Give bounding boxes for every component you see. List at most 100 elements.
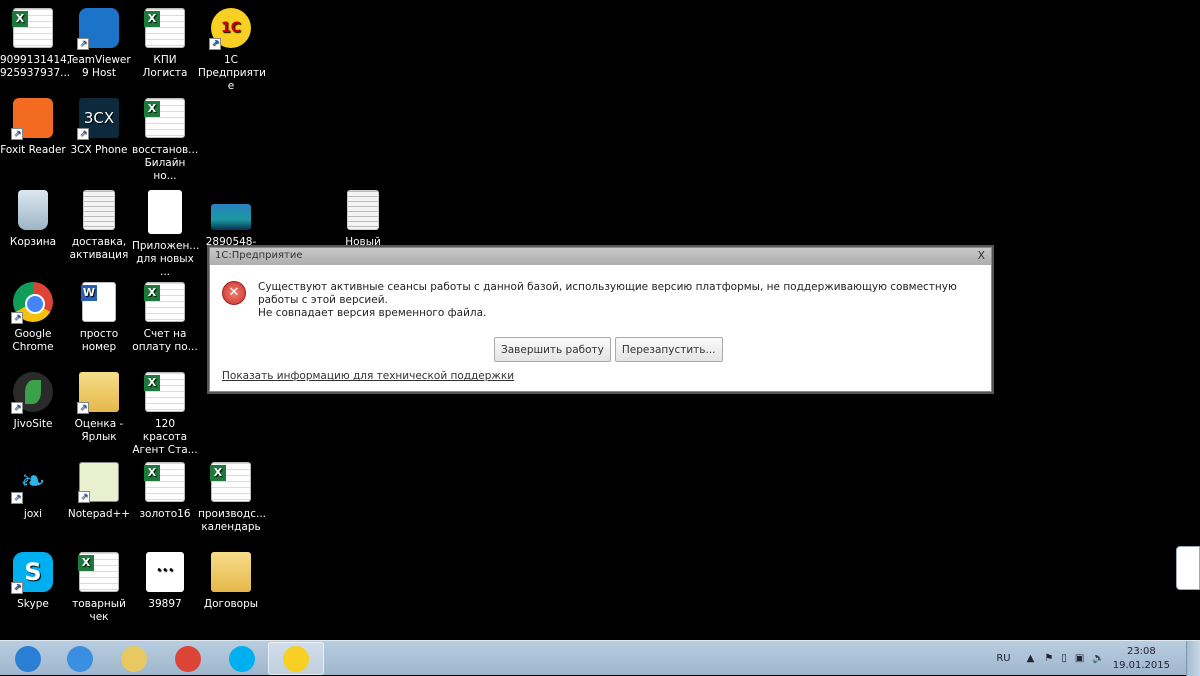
close-icon[interactable]: X bbox=[977, 249, 985, 262]
desktop-icon[interactable]: 3CX Phone bbox=[66, 98, 132, 157]
desktop-icon-label: 3CX Phone bbox=[70, 144, 128, 156]
action-center-flag-icon[interactable]: ⚑ bbox=[1044, 653, 1053, 664]
desktop-icon-label: 925937937... bbox=[0, 67, 71, 79]
desktop-icon-label: Договоры bbox=[203, 598, 259, 610]
excel-icon bbox=[144, 8, 185, 48]
taskbar-windows-explorer-button[interactable] bbox=[106, 642, 162, 675]
desktop-icon[interactable]: производс...календарь bbox=[198, 462, 266, 534]
photo-icon bbox=[211, 204, 251, 230]
volume-icon[interactable]: 🔈 bbox=[1092, 653, 1104, 664]
power-icon[interactable]: ▯ bbox=[1061, 653, 1067, 664]
excel-icon bbox=[144, 98, 185, 138]
desktop-icon[interactable]: GoogleChrome bbox=[0, 282, 66, 354]
excel-icon bbox=[144, 372, 185, 412]
desktop-icon-label: Агент Ста... bbox=[132, 444, 198, 456]
shortcut-arrow-icon bbox=[209, 38, 221, 50]
desktop-icon-label: 9 Host bbox=[82, 67, 116, 79]
desktop-icon[interactable]: Корзина bbox=[0, 190, 66, 249]
desktop-icon-label: Корзина bbox=[9, 236, 57, 248]
finish-work-button[interactable]: Завершить работу bbox=[494, 337, 611, 362]
desktop-icon-label: товарный bbox=[72, 598, 126, 610]
message-line: Не совпадает версия временного файла. bbox=[258, 307, 487, 319]
desktop-icon[interactable]: КПИЛогиста bbox=[132, 8, 198, 80]
clock[interactable]: 23:08 19.01.2015 bbox=[1113, 645, 1170, 673]
desktop-icon-label: Skype bbox=[17, 598, 49, 610]
shortcut-arrow-icon bbox=[78, 491, 90, 503]
error-message: Существуют активные сеансы работы с данн… bbox=[258, 281, 983, 320]
taskbar-internet-explorer-button[interactable] bbox=[52, 642, 108, 675]
doc-icon bbox=[83, 190, 115, 230]
desktop-icon[interactable]: Notepad++ bbox=[66, 462, 132, 521]
pdfdoc-icon bbox=[148, 190, 182, 234]
desktop-icon-label: joxi bbox=[23, 508, 43, 520]
start-icon bbox=[15, 645, 41, 672]
network-icon[interactable]: ▣ bbox=[1075, 653, 1084, 664]
desktop-icon[interactable]: Приложен... для новых ... bbox=[132, 190, 200, 279]
desktop-icon[interactable]: восстанов...Билайн но... bbox=[132, 98, 198, 183]
excel-icon bbox=[144, 282, 185, 322]
taskbar-start-button[interactable] bbox=[0, 642, 56, 675]
windows-explorer-icon bbox=[121, 645, 147, 672]
desktop-icon[interactable]: 1СПредприятие bbox=[198, 8, 266, 93]
desktop-icon-label: Билайн но... bbox=[144, 157, 186, 182]
word-icon bbox=[81, 282, 116, 322]
excel-icon bbox=[144, 462, 185, 502]
desktop-icon-label: Foxit Reader bbox=[0, 144, 66, 156]
shortcut-arrow-icon bbox=[11, 128, 23, 140]
restart-button[interactable]: Перезапустить... bbox=[614, 337, 723, 362]
skype-icon bbox=[11, 552, 53, 594]
notepad-icon bbox=[78, 462, 119, 503]
desktop-icon[interactable]: Оценка -Ярлык bbox=[66, 372, 132, 444]
clock-time: 23:08 bbox=[1126, 645, 1156, 657]
desktop-icon-label: Предприяти bbox=[198, 67, 266, 79]
1c-enterprise-icon bbox=[283, 645, 309, 672]
shortcut-arrow-icon bbox=[77, 38, 89, 50]
desktop-icon[interactable]: Skype bbox=[0, 552, 66, 611]
desktop-icon[interactable]: JivoSite bbox=[0, 372, 66, 431]
taskbar-google-chrome-button[interactable] bbox=[160, 642, 216, 675]
support-info-link[interactable]: Показать информацию для технической подд… bbox=[222, 370, 514, 382]
desktop-icon-label: Логиста bbox=[142, 67, 188, 79]
desktop-icon[interactable]: Счет наоплату по... bbox=[132, 282, 198, 354]
desktop-icon-label: Приложен... bbox=[132, 240, 200, 252]
desktop-icon[interactable]: золото16 bbox=[132, 462, 198, 521]
desktop-icon-label: просто bbox=[79, 328, 119, 340]
taskbar-skype-button[interactable] bbox=[214, 642, 270, 675]
language-indicator[interactable]: RU bbox=[996, 653, 1010, 664]
desktop-icon[interactable]: доставка, активация bbox=[66, 190, 132, 262]
desktop-icon-label: восстанов... bbox=[132, 144, 199, 156]
desktop-icon-label: календарь bbox=[201, 521, 261, 533]
internet-explorer-icon bbox=[67, 645, 93, 672]
desktop-icon-label: золото16 bbox=[139, 508, 191, 520]
desktop-icon[interactable]: TeamViewer9 Host bbox=[66, 8, 132, 80]
desktop-icon[interactable]: 120 красотаАгент Ста... bbox=[132, 372, 198, 457]
desktop-icon[interactable]: 9099131414,925937937... bbox=[0, 8, 71, 80]
desktop-icon-label: 9099131414, bbox=[0, 54, 71, 66]
doc-icon bbox=[347, 190, 379, 230]
shortcut-arrow-icon bbox=[11, 492, 23, 504]
desktop-icon[interactable]: 39897 bbox=[132, 552, 198, 611]
desktop-icon[interactable]: Договоры bbox=[198, 552, 264, 611]
show-desktop-button[interactable] bbox=[1186, 641, 1200, 676]
desktop-icon[interactable]: Новый bbox=[330, 190, 396, 249]
desktop-icon[interactable]: простономер bbox=[66, 282, 132, 354]
taskbar-1c-enterprise-button[interactable] bbox=[268, 642, 324, 675]
google-chrome-icon bbox=[175, 645, 201, 672]
skype-icon bbox=[229, 645, 255, 672]
joxi-icon bbox=[11, 462, 53, 504]
dialog-title: 1С:Предприятие bbox=[215, 250, 303, 261]
desktop-icon[interactable]: Foxit Reader bbox=[0, 98, 66, 157]
desktop-icon[interactable]: joxi bbox=[0, 462, 66, 521]
teamviewer-icon bbox=[77, 8, 119, 50]
bin-icon bbox=[18, 190, 48, 230]
whitepic-icon bbox=[146, 552, 184, 592]
desktop-icon-label: Google bbox=[14, 328, 52, 340]
desktop-icon-label: доставка, bbox=[71, 236, 127, 248]
show-hidden-icons-icon[interactable]: ▲ bbox=[1027, 653, 1035, 664]
desktop-icon[interactable]: товарныйчек bbox=[66, 552, 132, 624]
jivo-icon bbox=[11, 372, 53, 414]
desktop-icon-label: Ярлык bbox=[81, 431, 117, 443]
desktop-icon-label: Notepad++ bbox=[67, 508, 131, 520]
dialog-titlebar[interactable]: 1С:Предприятие X bbox=[210, 248, 991, 265]
teamviewer-side-panel-icon[interactable] bbox=[1176, 546, 1200, 590]
